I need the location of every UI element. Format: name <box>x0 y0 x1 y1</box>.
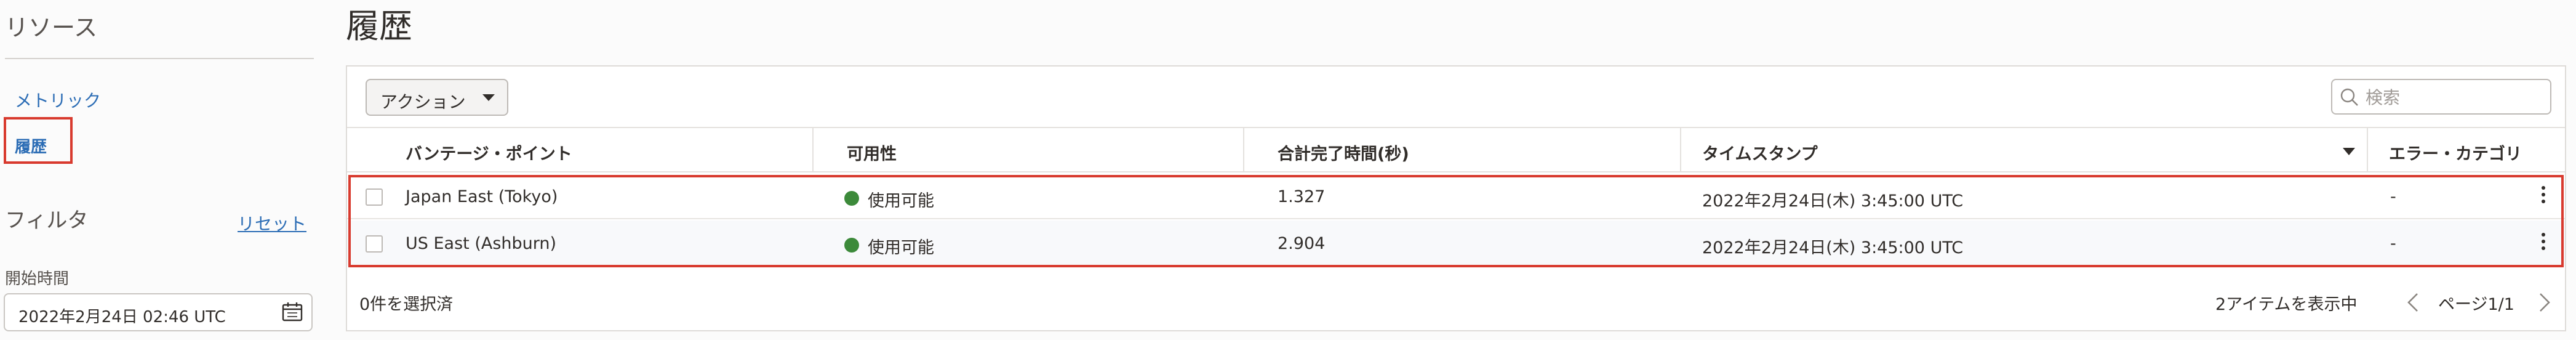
calendar-icon[interactable] <box>282 302 303 322</box>
column-header-error-category[interactable]: エラー・カテゴリ <box>2389 140 2522 164</box>
more-vertical-icon[interactable] <box>2542 233 2545 254</box>
start-time-field[interactable]: 2022年2月24日 02:46 UTC <box>4 293 313 331</box>
column-divider <box>812 128 814 171</box>
column-divider <box>1243 128 1244 171</box>
timestamp-cell: 2022年2月24日(木) 3:45:00 UTC <box>1702 238 1964 257</box>
chevron-left-icon[interactable] <box>2404 292 2422 313</box>
availability-cell: 使用可能 <box>868 192 934 211</box>
search-icon <box>2340 88 2358 106</box>
chevron-right-icon[interactable] <box>2535 292 2554 313</box>
sidebar: リソース メトリック 履歴 フィルタ リセット 開始時間 2022年2月24日 … <box>0 0 320 340</box>
sidebar-item-metrics[interactable]: メトリック <box>15 87 101 112</box>
resources-title: リソース <box>5 14 98 41</box>
status-available-icon <box>844 191 859 206</box>
column-header-timestamp[interactable]: タイムスタンプ <box>1702 140 1818 164</box>
search-input[interactable] <box>2364 84 2545 111</box>
chevron-down-icon <box>482 94 495 101</box>
page-indicator: ページ1/1 <box>2438 295 2514 314</box>
row-checkbox[interactable] <box>366 188 383 206</box>
history-table-panel: アクション バンテージ・ポイント 可用性 合計完了時間(秒) タイムスタンプ エ… <box>346 65 2566 331</box>
error-category-cell: - <box>2390 187 2396 206</box>
actions-label: アクション <box>380 92 466 112</box>
status-available-icon <box>844 238 859 253</box>
vantage-point-cell: US East (Ashburn) <box>406 234 557 253</box>
selected-count: 0件を選択済 <box>359 295 454 314</box>
table-header: バンテージ・ポイント 可用性 合計完了時間(秒) タイムスタンプ エラー・カテゴ… <box>347 127 2565 172</box>
sidebar-item-history[interactable]: 履歴 <box>15 134 47 157</box>
column-divider <box>1680 128 1681 171</box>
column-divider <box>2367 128 2368 171</box>
total-time-cell: 2.904 <box>1278 234 1326 253</box>
items-shown-count: 2アイテムを表示中 <box>2215 295 2358 314</box>
table-row[interactable]: US East (Ashburn) 使用可能 2.904 2022年2月24日(… <box>347 221 2565 266</box>
sort-descending-icon[interactable] <box>2343 148 2355 155</box>
more-vertical-icon[interactable] <box>2542 186 2545 207</box>
page-title: 履歴 <box>346 7 412 46</box>
row-checkbox[interactable] <box>366 235 383 253</box>
column-header-availability[interactable]: 可用性 <box>847 140 897 164</box>
timestamp-cell: 2022年2月24日(木) 3:45:00 UTC <box>1702 192 1964 211</box>
vantage-point-cell: Japan East (Tokyo) <box>406 187 558 206</box>
start-time-label: 開始時間 <box>5 270 70 288</box>
search-field[interactable] <box>2331 79 2551 115</box>
divider <box>5 58 314 59</box>
actions-menu-button[interactable]: アクション <box>366 79 508 116</box>
filter-title: フィルタ <box>5 208 89 233</box>
error-category-cell: - <box>2390 234 2396 253</box>
reset-link[interactable]: リセット <box>238 211 306 235</box>
column-header-total-time[interactable]: 合計完了時間(秒) <box>1278 140 1409 164</box>
column-header-vantage-point[interactable]: バンテージ・ポイント <box>406 140 572 164</box>
availability-cell: 使用可能 <box>868 238 934 257</box>
total-time-cell: 1.327 <box>1278 187 1326 206</box>
start-time-value: 2022年2月24日 02:46 UTC <box>18 308 226 326</box>
table-row[interactable]: Japan East (Tokyo) 使用可能 1.327 2022年2月24日… <box>347 174 2565 219</box>
